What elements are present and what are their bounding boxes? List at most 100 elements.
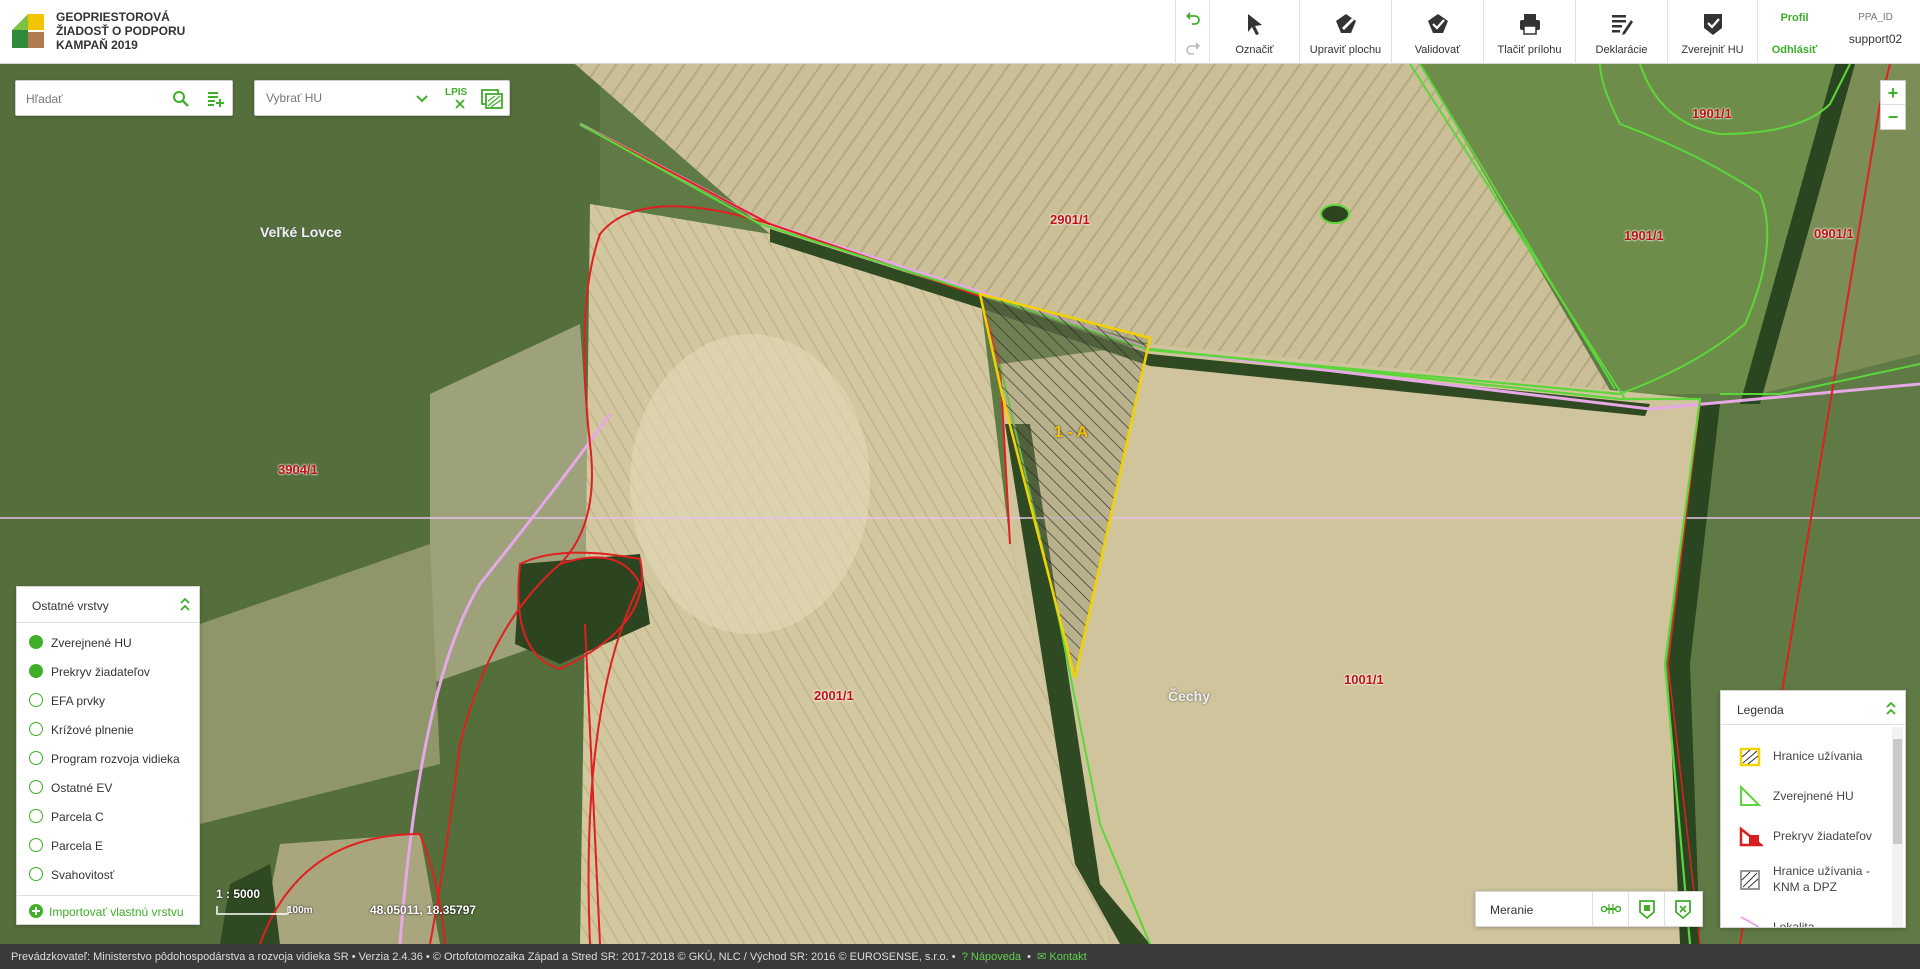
search-icon[interactable]	[172, 90, 190, 108]
app-logo-icon	[12, 14, 44, 48]
tool-print-button[interactable]: Tlačiť prílohu	[1483, 0, 1575, 64]
tool-validate-button[interactable]: Validovať	[1391, 0, 1483, 64]
measure-clear-icon	[1675, 900, 1691, 919]
layer-item-parcela-e[interactable]: Parcela E	[29, 835, 199, 855]
legend-item-prekryv-ziadatelov: Prekryv žiadateľov	[1739, 825, 1889, 847]
legend-hatch-gray-icon	[1740, 870, 1760, 890]
place-label-velke-lovce: Veľké Lovce	[260, 224, 342, 240]
measure-panel: Meranie	[1475, 891, 1703, 927]
zoom-in-button[interactable]: +	[1881, 81, 1905, 105]
chevron-down-icon[interactable]	[415, 93, 429, 105]
layer-item-svahovitost[interactable]: Svahovitosť	[29, 864, 199, 884]
legend-scrollbar-thumb[interactable]	[1893, 739, 1902, 844]
layers-panel-title: Ostatné vrstvy	[32, 599, 109, 613]
edit-area-icon	[1335, 14, 1356, 33]
import-layer-label: Importovať vlastnú vrstvu	[49, 905, 184, 919]
checkbox-checked-icon[interactable]	[29, 664, 43, 678]
validate-icon	[1427, 14, 1448, 33]
checkbox-checked-icon[interactable]	[29, 635, 43, 649]
hu-label-1-a[interactable]: 1 - A	[1054, 424, 1088, 442]
legend-scrollbar[interactable]	[1892, 727, 1903, 927]
layer-item-efa-prvky[interactable]: EFA prvky	[29, 690, 199, 710]
tool-select-label: Označiť	[1235, 44, 1274, 56]
help-icon: ?	[961, 951, 968, 963]
legend-title: Legenda	[1737, 703, 1784, 717]
scale-length: 100m	[287, 905, 313, 916]
import-layer-button[interactable]: Importovať vlastnú vrstvu	[17, 895, 199, 925]
collapse-chevron-icon[interactable]	[1885, 701, 1897, 717]
layer-item-krizove-plnenie[interactable]: Krížové plnenie	[29, 719, 199, 739]
checkbox-unchecked-icon[interactable]	[29, 867, 43, 881]
mail-icon: ✉	[1037, 951, 1047, 963]
profile-link[interactable]: Profil	[1758, 12, 1831, 24]
search-input[interactable]	[26, 89, 166, 109]
layer-item-prekryv-ziadatelov[interactable]: Prekryv žiadateľov	[29, 661, 199, 681]
checkbox-unchecked-icon[interactable]	[29, 722, 43, 736]
plus-circle-icon	[29, 904, 43, 918]
layer-item-label: Prekryv žiadateľov	[51, 665, 150, 679]
legend-header[interactable]: Legenda	[1721, 691, 1905, 725]
layer-hatch-toggle-icon[interactable]	[481, 89, 503, 109]
legend-hatch-yellow-icon	[1739, 747, 1761, 767]
checkbox-unchecked-icon[interactable]	[29, 751, 43, 765]
parcel-label-2001-1: 2001/1	[814, 688, 854, 703]
parcel-label-1001-1: 1001/1	[1344, 672, 1384, 687]
checkbox-unchecked-icon[interactable]	[29, 809, 43, 823]
legend-item-label: Hranice užívania	[1773, 749, 1863, 763]
tool-declarations-button[interactable]: Deklarácie	[1575, 0, 1667, 64]
legend-item-zverejnene-hu: Zverejnené HU	[1739, 785, 1889, 807]
footer-text: Prevádzkovateľ: Ministerstvo pôdohospodá…	[11, 951, 956, 963]
lpis-toggle-label[interactable]: LPIS	[445, 87, 467, 98]
layer-item-label: Parcela C	[51, 810, 104, 824]
legend-item-label: Lokalita	[1773, 920, 1815, 928]
declaration-icon	[1611, 15, 1633, 35]
legend-panel: Legenda Hranice užívania Zverejnené HU P…	[1720, 690, 1906, 928]
parcel-label-1901-1-top: 1901/1	[1692, 106, 1732, 121]
layer-item-parcela-c[interactable]: Parcela C	[29, 806, 199, 826]
layer-item-label: Parcela E	[51, 839, 104, 853]
redo-icon[interactable]	[1185, 40, 1201, 56]
layer-item-label: Krížové plnenie	[51, 723, 134, 737]
collapse-chevron-icon[interactable]	[179, 597, 191, 613]
hu-select-dropdown[interactable]: Vybrať HU	[266, 91, 322, 105]
hu-select-box: Vybrať HU LPIS	[254, 80, 510, 116]
close-icon[interactable]	[455, 99, 465, 109]
username: support02	[1848, 32, 1903, 46]
checkbox-unchecked-icon[interactable]	[29, 780, 43, 794]
checkbox-unchecked-icon[interactable]	[29, 693, 43, 707]
measure-area-button[interactable]	[1628, 892, 1664, 926]
legend-item-lokalita: Lokalita	[1739, 913, 1889, 928]
app-title-line-2: ŽIADOSŤ O PODPORU	[56, 24, 186, 38]
measure-distance-button[interactable]	[1592, 892, 1628, 926]
footer-content: Prevádzkovateľ: Ministerstvo pôdohospodá…	[11, 951, 1087, 963]
footer: Prevádzkovateľ: Ministerstvo pôdohospodá…	[0, 944, 1920, 969]
add-filter-list-icon[interactable]	[206, 89, 226, 109]
map-canvas[interactable]: 2901/1 1901/1 1901/1 0901/1 3904/1 2001/…	[0, 64, 1920, 944]
measure-clear-button[interactable]	[1664, 892, 1700, 926]
contact-link[interactable]: Kontakt	[1049, 951, 1086, 963]
layers-panel-header[interactable]: Ostatné vrstvy	[17, 587, 199, 623]
print-icon	[1519, 14, 1540, 35]
layer-item-zverejnene-hu[interactable]: Zverejnené HU	[29, 632, 199, 652]
tool-edit-area-button[interactable]: Upraviť plochu	[1299, 0, 1391, 64]
app-title: GEOPRIESTOROVÁ ŽIADOSŤ O PODPORU KAMPAŇ …	[56, 10, 185, 52]
legend-item-hranice-knm-dpz: Hranice užívania - KNM a DPZ	[1739, 861, 1889, 895]
zoom-control: + −	[1880, 80, 1906, 130]
zoom-out-button[interactable]: −	[1881, 105, 1905, 129]
undo-icon[interactable]	[1185, 10, 1201, 26]
layer-item-label: EFA prvky	[51, 694, 106, 708]
layer-item-label: Svahovitosť	[51, 868, 115, 882]
layer-item-ostatne-ev[interactable]: Ostatné EV	[29, 777, 199, 797]
app-title-line-1: GEOPRIESTOROVÁ	[56, 10, 170, 24]
tool-select-button[interactable]: Označiť	[1209, 0, 1299, 64]
layer-item-program-rozvoja-vidieka[interactable]: Program rozvoja vidieka	[29, 748, 199, 768]
tool-publish-hu-button[interactable]: Zverejniť HU	[1667, 0, 1757, 64]
app-root: GEOPRIESTOROVÁ ŽIADOSŤ O PODPORU KAMPAŇ …	[0, 0, 1920, 969]
other-layers-panel: Ostatné vrstvy Zverejnené HU Prekryv žia…	[16, 586, 200, 925]
measure-area-icon	[1639, 900, 1655, 919]
scale-ratio: 1 : 5000	[216, 887, 261, 901]
ppa-id-label: PPA_ID	[1858, 12, 1893, 23]
checkbox-unchecked-icon[interactable]	[29, 838, 43, 852]
logout-link[interactable]: Odhlásiť	[1758, 44, 1831, 56]
help-link[interactable]: Nápoveda	[971, 951, 1021, 963]
